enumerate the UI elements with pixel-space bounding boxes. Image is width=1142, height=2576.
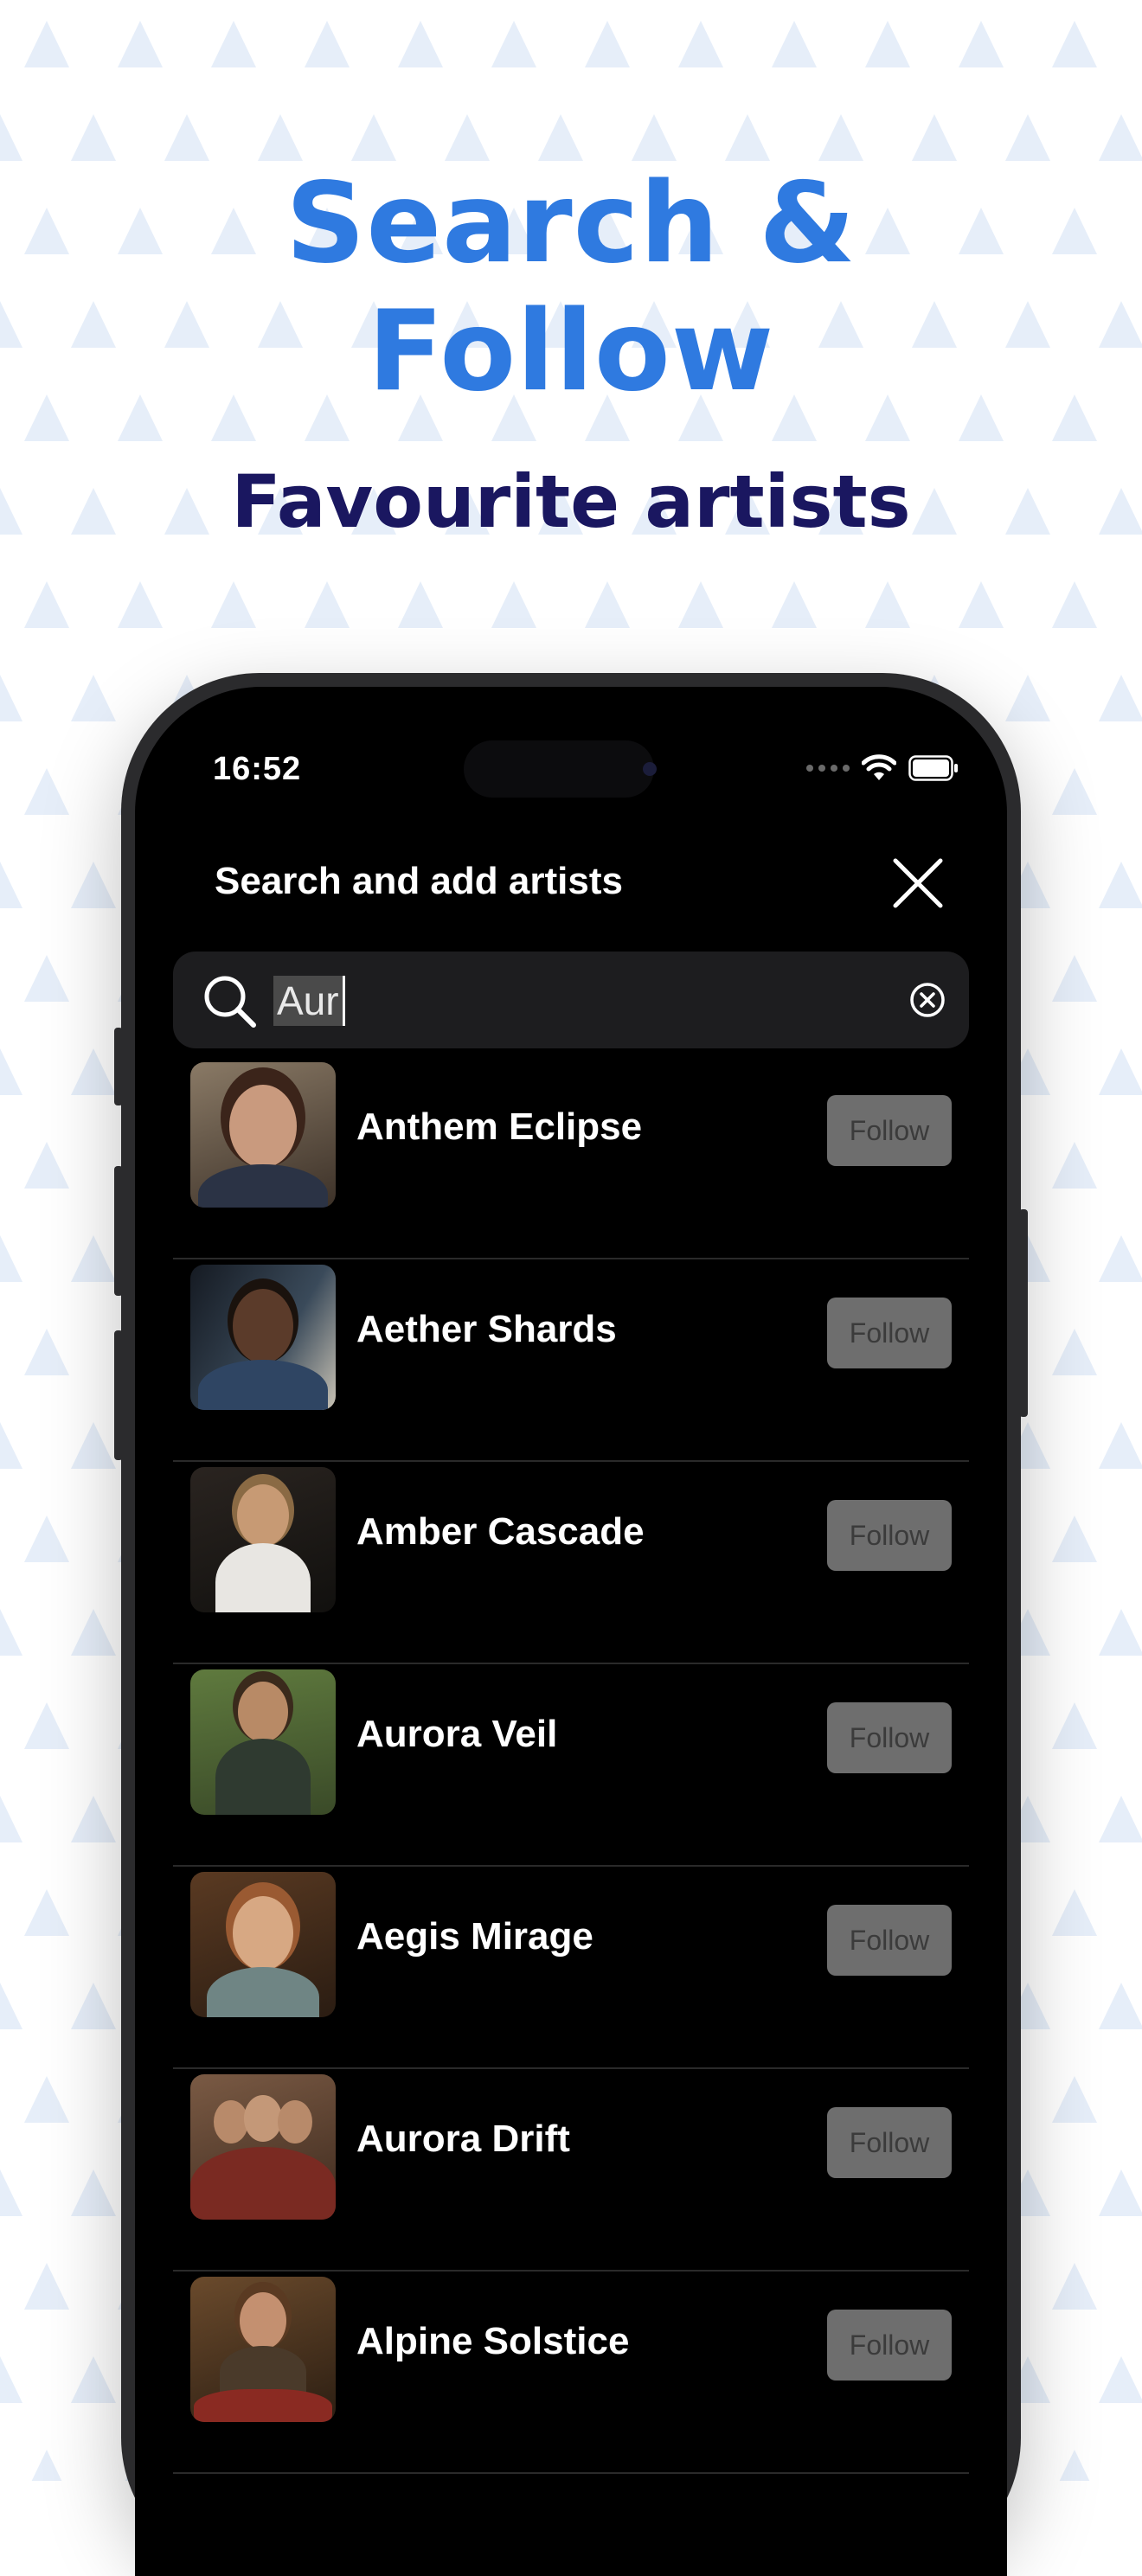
artist-name: Aurora Veil (356, 1713, 558, 1755)
follow-button[interactable]: Follow (827, 1095, 952, 1166)
status-icons (806, 749, 959, 787)
artist-name: Anthem Eclipse (356, 1105, 643, 1148)
list-item[interactable]: Aurora Veil Follow (173, 1664, 969, 1867)
camera-icon (643, 762, 657, 776)
search-input[interactable]: Aur (273, 976, 345, 1026)
clear-icon[interactable] (908, 981, 946, 1019)
close-icon[interactable] (888, 853, 948, 913)
status-time: 16:52 (213, 751, 302, 787)
phone-volume-down-button (114, 1330, 123, 1460)
follow-button[interactable]: Follow (827, 2310, 952, 2381)
phone-volume-up-button (114, 1166, 123, 1296)
list-item[interactable]: Aether Shards Follow (173, 1259, 969, 1462)
phone-frame: 16:52 Search and add artists Aur Anthem … (114, 673, 1028, 2576)
artist-photo (190, 1669, 336, 1815)
promo-headline-line2: Follow (367, 287, 775, 416)
phone-action-button (114, 1028, 123, 1105)
follow-button[interactable]: Follow (827, 1500, 952, 1571)
promo-subheadline: Favourite artists (231, 459, 911, 544)
list-item[interactable]: Amber Cascade Follow (173, 1462, 969, 1664)
artist-photo (190, 2074, 336, 2220)
phone-screen: 16:52 Search and add artists Aur Anthem … (135, 687, 1007, 2576)
list-item[interactable]: Anthem Eclipse Follow (173, 1057, 969, 1259)
artist-name: Aether Shards (356, 1308, 617, 1350)
artist-name: Alpine Solstice (356, 2320, 630, 2362)
artist-photo (190, 1872, 336, 2017)
artist-photo (190, 2277, 336, 2422)
promo-headline: Search & Follow (0, 160, 1142, 416)
wifi-icon (862, 754, 896, 780)
artist-photo (190, 1265, 336, 1410)
promo-headline-line1: Search & (286, 159, 856, 288)
sheet-title: Search and add artists (215, 860, 623, 902)
artist-photo (190, 1062, 336, 1208)
artist-list: Anthem Eclipse Follow Aether Shards Foll… (173, 1057, 969, 2474)
artist-name: Aurora Drift (356, 2118, 570, 2160)
follow-button[interactable]: Follow (827, 2107, 952, 2178)
search-bar[interactable]: Aur (173, 952, 969, 1048)
follow-button[interactable]: Follow (827, 1905, 952, 1976)
list-item[interactable]: Alpine Solstice Follow (173, 2272, 969, 2474)
battery-icon (908, 755, 958, 781)
artist-name: Aegis Mirage (356, 1915, 593, 1958)
list-item[interactable]: Aurora Drift Follow (173, 2069, 969, 2272)
dynamic-island (464, 740, 654, 798)
list-item[interactable]: Aegis Mirage Follow (173, 1867, 969, 2069)
artist-name: Amber Cascade (356, 1510, 645, 1553)
artist-photo (190, 1467, 336, 1612)
follow-button[interactable]: Follow (827, 1702, 952, 1773)
phone-power-button (1019, 1209, 1028, 1417)
follow-button[interactable]: Follow (827, 1298, 952, 1368)
search-icon (204, 976, 256, 1028)
signal-dots-icon (806, 765, 850, 772)
